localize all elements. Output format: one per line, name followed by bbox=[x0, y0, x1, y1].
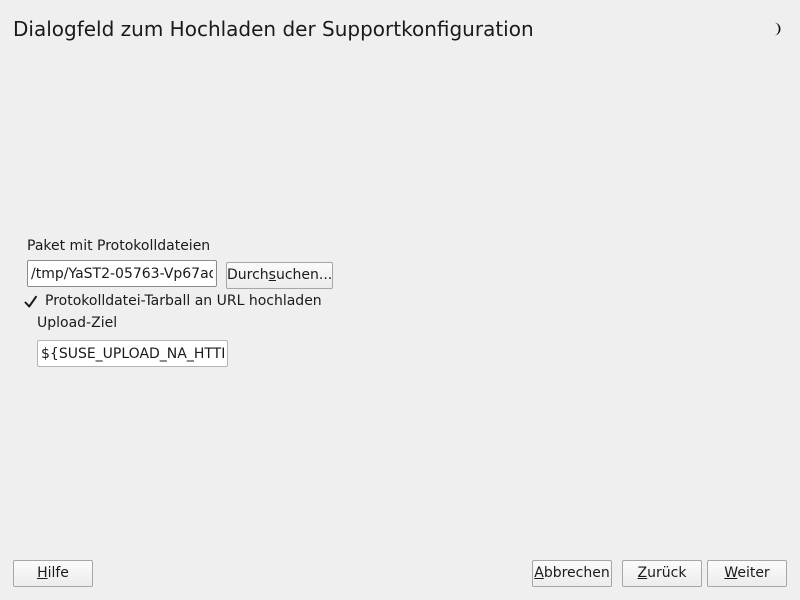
help-label-accel: H bbox=[37, 565, 48, 581]
upload-target-input[interactable] bbox=[37, 340, 228, 367]
cancel-label-accel: A bbox=[534, 565, 544, 581]
log-package-path-input[interactable] bbox=[27, 260, 217, 287]
log-package-label: Paket mit Protokolldateien bbox=[27, 238, 211, 254]
back-button[interactable]: Zurück bbox=[622, 560, 702, 587]
support-upload-dialog: Dialogfeld zum Hochladen der Supportkonf… bbox=[0, 0, 800, 600]
next-label-accel: W bbox=[724, 565, 738, 581]
browse-label-post: uchen... bbox=[275, 267, 333, 283]
next-button[interactable]: Weiter bbox=[707, 560, 787, 587]
checkmark-icon bbox=[24, 295, 37, 308]
browse-button[interactable]: Durchsuchen... bbox=[226, 262, 333, 289]
cancel-button[interactable]: Abbrechen bbox=[532, 560, 612, 587]
help-button[interactable]: Hilfe bbox=[13, 560, 93, 587]
browse-label-accel: s bbox=[268, 267, 276, 283]
moon-icon bbox=[774, 22, 781, 36]
cancel-label-rest: bbrechen bbox=[543, 565, 610, 581]
back-label-rest: urück bbox=[647, 565, 687, 581]
dialog-title: Dialogfeld zum Hochladen der Supportkonf… bbox=[13, 17, 534, 41]
upload-target-label: Upload-Ziel bbox=[37, 315, 118, 331]
browse-label-pre: Durch bbox=[227, 267, 269, 283]
upload-to-url-checkbox[interactable] bbox=[22, 293, 40, 311]
upload-to-url-label[interactable]: Protokolldatei-Tarball an URL hochladen bbox=[45, 293, 322, 309]
back-label-accel: Z bbox=[637, 565, 648, 581]
next-label-rest: eiter bbox=[737, 565, 770, 581]
help-label-rest: ilfe bbox=[47, 565, 69, 581]
